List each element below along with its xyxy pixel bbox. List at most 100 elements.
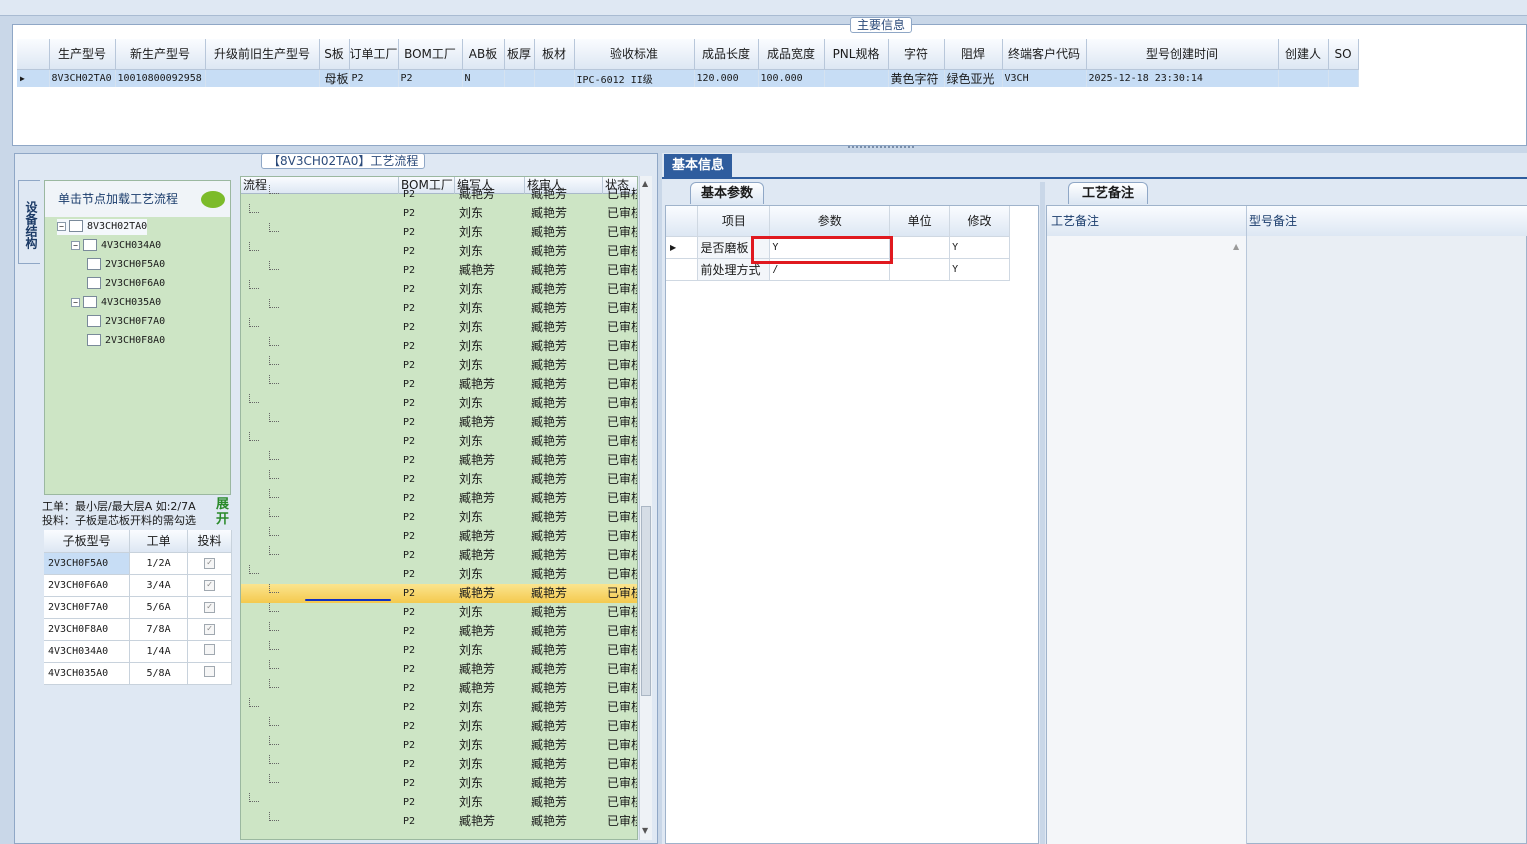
flow-row[interactable]: 字符P2刘东臧艳芳已审核 (241, 793, 637, 812)
params-col-header[interactable]: 单位 (889, 206, 951, 237)
flow-row[interactable]: 图形电镀1P2刘东臧艳芳已审核 (241, 299, 637, 318)
splitter-handle[interactable] (848, 146, 914, 152)
params-col-header[interactable]: 项目 (697, 206, 771, 237)
main-cell[interactable] (504, 69, 535, 87)
subboard-model[interactable]: 4V3CH035A0 (44, 662, 131, 685)
subboard-row[interactable]: 2V3CH0F5A0 1/2A ✓ (44, 552, 232, 575)
flow-row[interactable]: 显影2P2臧艳芳臧艳芳已审核 (241, 660, 637, 679)
subboard-workorder[interactable]: 1/2A (129, 552, 188, 575)
param-modify[interactable]: Y (949, 236, 1010, 259)
main-col-header[interactable]: AB板 (462, 39, 505, 70)
main-cell[interactable] (205, 69, 320, 87)
main-cell[interactable]: 8V3CH02TA0 (49, 69, 116, 87)
main-cell[interactable]: 黄色字符 (888, 69, 945, 87)
device-structure-tab[interactable]: 设备结构 (18, 180, 40, 264)
row-header-corner[interactable] (17, 39, 50, 70)
tree-node[interactable]: − 8V3CH02TA0 (57, 219, 148, 235)
subboard-workorder[interactable]: 7/8A (129, 618, 188, 641)
subboard-col-header[interactable]: 子板型号 (44, 530, 131, 553)
flow-row[interactable]: 沉金P2刘东臧艳芳已审核 (241, 698, 637, 717)
subboard-workorder[interactable]: 1/4A (129, 640, 188, 663)
main-cell[interactable]: V3CH (1002, 69, 1087, 87)
scroll-thumb[interactable] (641, 506, 651, 696)
scroll-up-icon[interactable]: ▲ (642, 179, 648, 188)
flow-row[interactable]: AOI1P2刘东臧艳芳已审核 (241, 394, 637, 413)
subboard-row[interactable]: 2V3CH0F6A0 3/4A ✓ (44, 574, 232, 597)
subboard-model[interactable]: 2V3CH0F7A0 (44, 596, 131, 619)
flow-row[interactable]: 水洗烘干P2刘东臧艳芳已审核 (241, 774, 637, 793)
subboard-row[interactable]: 4V3CH035A0 5/8A (44, 662, 232, 685)
main-cell[interactable]: N (462, 69, 505, 87)
main-cell[interactable]: IPC-6012 II级 (574, 69, 695, 87)
flow-row[interactable]: 预烘1P2臧艳芳臧艳芳已审核 (241, 489, 637, 508)
subboard-col-header[interactable]: 工单 (129, 530, 188, 553)
main-cell[interactable]: P2 (349, 69, 399, 87)
right-splitter[interactable] (1040, 182, 1045, 844)
main-cell[interactable]: 2025-12-18 23:30:14 (1086, 69, 1279, 87)
main-cell[interactable] (1278, 69, 1329, 87)
checkbox-icon[interactable]: ✓ (204, 580, 215, 591)
flow-row[interactable]: 退膜1P2刘东臧艳芳已审核 (241, 337, 637, 356)
main-col-header[interactable]: S板 (319, 39, 350, 70)
tree-node[interactable]: 2V3CH0F6A0 (87, 276, 165, 292)
main-cell[interactable]: 100.000 (758, 69, 825, 87)
subboard-model[interactable]: 4V3CH034A0 (44, 640, 131, 663)
main-cell[interactable]: 绿色亚光 (944, 69, 1003, 87)
checkbox-icon[interactable]: ✓ (204, 624, 215, 635)
subboard-workorder[interactable]: 5/8A (129, 662, 188, 685)
flow-row[interactable]: 板边包胶P2刘东臧艳芳已审核 (241, 736, 637, 755)
main-cell[interactable] (534, 69, 575, 87)
flow-row[interactable]: 阻焊P2刘东臧艳芳已审核 (241, 204, 637, 223)
param-unit[interactable] (889, 258, 951, 281)
checkbox-icon[interactable]: ✓ (204, 602, 215, 613)
main-cell[interactable] (824, 69, 889, 87)
subboard-row[interactable]: 4V3CH034A0 1/4A (44, 640, 232, 663)
flow-row[interactable]: 曝光1P2臧艳芳臧艳芳已审核 (241, 185, 637, 204)
tab-basic-params[interactable]: 基本参数 (690, 182, 764, 204)
main-cell[interactable]: P2 (398, 69, 463, 87)
tab-basic-info[interactable]: 基本信息 (664, 154, 732, 177)
flow-row[interactable]: 挡点网版P2刘东臧艳芳已审核 (241, 223, 637, 242)
flow-row[interactable]: 阻焊1P2刘东臧艳芳已审核 (241, 432, 637, 451)
feed-checkbox[interactable] (187, 662, 232, 685)
tab-process-remarks[interactable]: 工艺备注 (1068, 182, 1148, 204)
checkbox-icon[interactable]: ✓ (204, 558, 215, 569)
feed-checkbox[interactable]: ✓ (187, 552, 232, 575)
collapse-icon[interactable]: − (57, 221, 66, 231)
main-cell[interactable]: 120.000 (694, 69, 759, 87)
main-col-header[interactable]: 升级前旧生产型号 (205, 39, 320, 70)
main-col-header[interactable]: 字符 (888, 39, 945, 70)
main-col-header[interactable]: PNL规格 (824, 39, 889, 70)
flow-row[interactable]: 外层蚀刻1P2刘东臧艳芳已审核 (241, 318, 637, 337)
flow-row[interactable]: 沉金P2刘东臧艳芳已审核 (241, 755, 637, 774)
flow-scrollbar[interactable]: ▲ ▼ (639, 176, 652, 840)
subboard-model[interactable]: 2V3CH0F6A0 (44, 574, 131, 597)
subboard-workorder[interactable]: 3/4A (129, 574, 188, 597)
flow-row[interactable]: 退锡1P2臧艳芳臧艳芳已审核 (241, 375, 637, 394)
feed-checkbox[interactable]: ✓ (187, 618, 232, 641)
main-col-header[interactable]: 生产型号 (49, 39, 116, 70)
flow-row[interactable]: 外层干膜2P2刘东臧艳芳已审核 (241, 242, 637, 261)
checkbox-icon[interactable] (204, 644, 215, 655)
left-splitter[interactable] (233, 180, 239, 840)
flow-row[interactable]: 曝光1P2刘东臧艳芳已审核 (241, 508, 637, 527)
scroll-down-icon[interactable]: ▼ (642, 826, 648, 835)
flow-row[interactable]: 阻焊前处理1P2臧艳芳臧艳芳已审核 (241, 451, 637, 470)
subboard-model[interactable]: 2V3CH0F8A0 (44, 618, 131, 641)
main-col-header[interactable]: 型号创建时间 (1086, 39, 1279, 70)
flow-row[interactable]: 外层AOI1P2臧艳芳臧艳芳已审核 (241, 413, 637, 432)
main-col-header[interactable]: 新生产型号 (115, 39, 206, 70)
flow-row[interactable]: 阻焊2P2刘东臧艳芳已审核 (241, 565, 637, 584)
main-col-header[interactable]: 订单工厂 (349, 39, 399, 70)
flow-row[interactable]: 显影2P2臧艳芳臧艳芳已审核 (241, 261, 637, 280)
flow-row[interactable]: 预烘2P2臧艳芳臧艳芳已审核 (241, 622, 637, 641)
flow-row[interactable]: 终固化2P2臧艳芳臧艳芳已审核 (241, 679, 637, 698)
main-col-header[interactable]: 成品长度 (694, 39, 759, 70)
main-cell[interactable] (1328, 69, 1359, 87)
flow-row[interactable]: 阻焊前处理2P2臧艳芳臧艳芳已审核 (241, 584, 637, 603)
flow-row[interactable]: 显影1P2臧艳芳臧艳芳已审核 (241, 527, 637, 546)
flow-row[interactable]: 喷砂P2刘东臧艳芳已审核 (241, 717, 637, 736)
subboard-col-header[interactable]: 投料 (187, 530, 232, 553)
flow-row[interactable]: 字符P2臧艳芳臧艳芳已审核 (241, 812, 637, 831)
param-unit[interactable] (889, 236, 951, 259)
